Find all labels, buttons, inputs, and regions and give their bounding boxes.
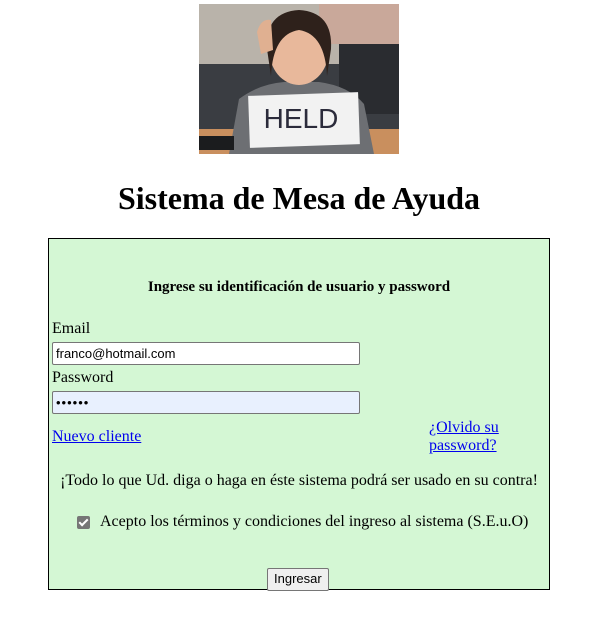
helpdesk-hero-image: HELD	[199, 4, 399, 154]
sign-text: HELD	[264, 103, 339, 134]
submit-button[interactable]: Ingresar	[267, 568, 329, 591]
terms-row: Acepto los términos y condiciones del in…	[77, 513, 528, 531]
new-client-link[interactable]: Nuevo cliente	[52, 428, 141, 446]
password-field[interactable]: ••••••	[52, 391, 360, 414]
login-subtitle: Ingrese su identificación de usuario y p…	[147, 279, 451, 295]
password-label: Password	[52, 369, 114, 386]
forgot-password-link[interactable]: ¿Olvido su password?	[429, 419, 519, 455]
login-panel: Ingrese su identificación de usuario y p…	[48, 238, 550, 591]
legal-warning: ¡Todo lo que Ud. diga o haga en éste sis…	[60, 472, 538, 489]
page-title: Sistema de Mesa de Ayuda	[117, 180, 481, 216]
terms-checkbox[interactable]	[77, 515, 90, 529]
email-label: Email	[52, 320, 91, 337]
email-field[interactable]: franco@hotmail.com	[52, 342, 360, 365]
terms-label: Acepto los términos y condiciones del in…	[100, 513, 529, 530]
